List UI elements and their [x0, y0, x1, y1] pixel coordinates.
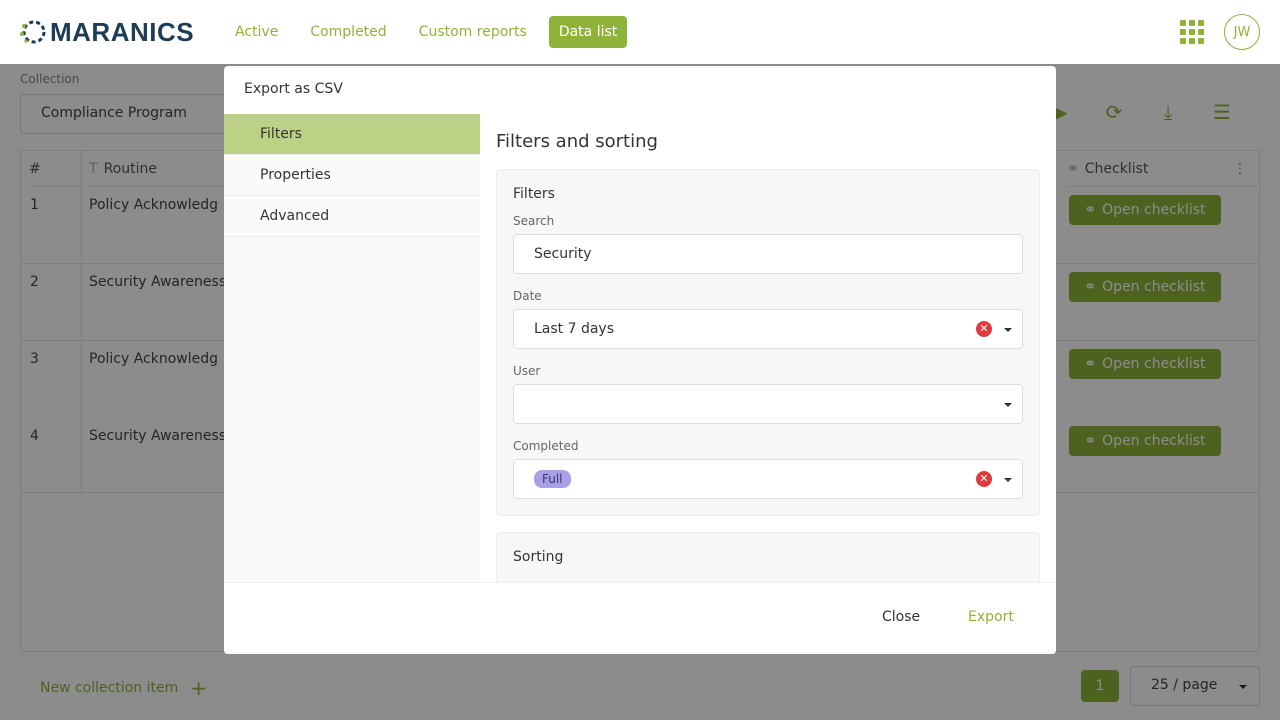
sorting-title: Sorting [513, 549, 564, 565]
search-input[interactable]: Security [513, 234, 1023, 274]
export-button[interactable]: Export [968, 609, 1014, 625]
chevron-down-icon [1004, 403, 1012, 407]
completed-select[interactable]: Full ✕ [513, 459, 1023, 499]
date-label: Date [513, 289, 542, 303]
top-header: MARANICS Active Completed Custom reports… [0, 0, 1280, 64]
nav-item-custom-reports[interactable]: Custom reports [409, 16, 537, 48]
filters-card: Filters Search Security Date Last 7 days… [496, 169, 1040, 516]
tab-advanced[interactable]: Advanced [224, 196, 480, 237]
completed-chip: Full [534, 470, 571, 488]
nav-item-active[interactable]: Active [225, 16, 288, 48]
modal-footer: Close Export [224, 582, 1056, 654]
modal-side-nav: Filters Properties Advanced [224, 114, 480, 582]
avatar[interactable]: JW [1224, 14, 1260, 50]
date-value: Last 7 days [534, 321, 615, 337]
logo-mark-icon [20, 20, 46, 44]
nav-item-data-list[interactable]: Data list [548, 16, 628, 48]
completed-label: Completed [513, 439, 579, 453]
export-csv-modal: Export as CSV Filters Properties Advance… [224, 66, 1056, 654]
modal-content: Filters and sorting Filters Search Secur… [480, 114, 1056, 582]
filters-title: Filters [513, 186, 555, 202]
main-nav: Active Completed Custom reports Data lis… [225, 16, 639, 48]
sorting-card: Sorting [496, 532, 1040, 582]
tab-properties[interactable]: Properties [224, 155, 480, 196]
nav-item-completed[interactable]: Completed [300, 16, 396, 48]
tab-filters[interactable]: Filters [224, 114, 480, 155]
search-label: Search [513, 214, 555, 228]
clear-icon[interactable]: ✕ [976, 471, 992, 487]
chevron-down-icon [1004, 328, 1012, 332]
user-select[interactable] [513, 384, 1023, 424]
brand-logo[interactable]: MARANICS [18, 18, 194, 46]
section-title: Filters and sorting [496, 131, 658, 152]
close-button[interactable]: Close [882, 609, 920, 625]
modal-title: Export as CSV [244, 81, 343, 97]
brand-name: MARANICS [50, 17, 195, 47]
user-label: User [513, 364, 541, 378]
apps-grid-icon[interactable] [1180, 20, 1204, 44]
clear-icon[interactable]: ✕ [976, 321, 992, 337]
search-value: Security [534, 246, 592, 262]
date-select[interactable]: Last 7 days ✕ [513, 309, 1023, 349]
chevron-down-icon [1004, 478, 1012, 482]
